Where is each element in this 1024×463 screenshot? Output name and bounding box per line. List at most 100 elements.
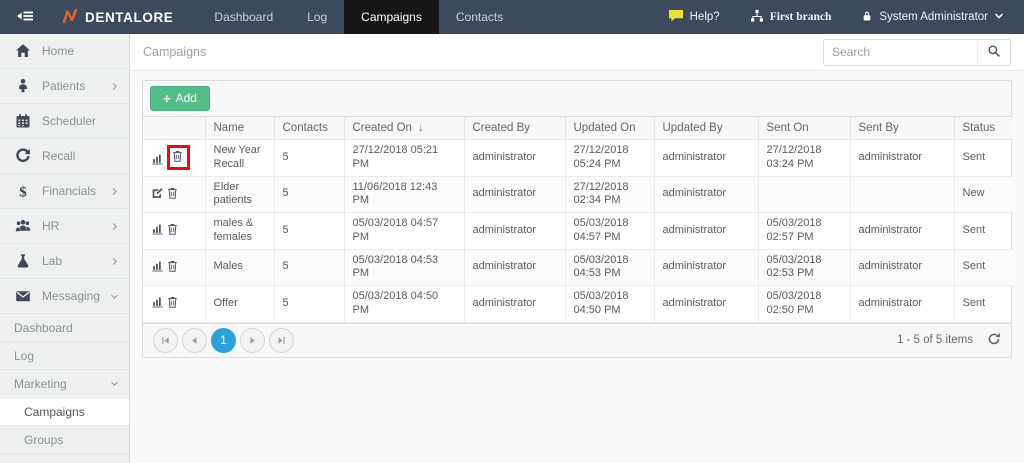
row-edit-button[interactable]: [151, 186, 164, 203]
trash-icon: [166, 222, 179, 239]
cell-updated-on: 05/03/2018 04:57 PM: [565, 213, 654, 250]
sidebar-item-financials[interactable]: $Financials: [0, 174, 129, 209]
brand-name: DENTALORE: [85, 10, 173, 25]
column-header-label: Status: [963, 122, 996, 134]
cell-updated-by: administrator: [654, 213, 758, 250]
collapse-menu-icon: [17, 9, 34, 26]
top-nav-dashboard[interactable]: Dashboard: [197, 0, 290, 34]
sidebar-item-groups[interactable]: Groups: [0, 426, 129, 454]
sidebar-item-lab[interactable]: Lab: [0, 244, 129, 279]
table-row[interactable]: Offer505/03/2018 04:50 PMadministrator05…: [143, 286, 1013, 323]
search-box: [823, 39, 1011, 66]
top-nav-contacts[interactable]: Contacts: [439, 0, 520, 34]
row-delete-button[interactable]: [166, 259, 179, 276]
sidebar-item-recall[interactable]: Recall: [0, 139, 129, 174]
add-button[interactable]: + Add: [150, 86, 210, 111]
column-header-name[interactable]: Name: [205, 117, 274, 140]
column-header-sent-by[interactable]: Sent By: [850, 117, 954, 140]
scheduler-icon: [13, 113, 33, 129]
lab-icon: [13, 253, 33, 269]
sidebar-item-label: Dashboard: [14, 321, 73, 335]
cell-status: Sent: [954, 213, 1013, 250]
stats-icon: [151, 222, 164, 239]
next-page-button[interactable]: [240, 328, 265, 353]
first-page-button[interactable]: [153, 328, 178, 353]
row-stats-button[interactable]: [151, 295, 164, 312]
previous-page-button[interactable]: [182, 328, 207, 353]
column-header-created-on[interactable]: Created On ↓: [344, 117, 464, 140]
sidebar-item-patients[interactable]: Patients: [0, 69, 129, 104]
cell-updated-on: 05/03/2018 04:53 PM: [565, 249, 654, 286]
column-header-sent-on[interactable]: Sent On: [758, 117, 850, 140]
branch-selector[interactable]: First branch: [750, 9, 832, 26]
search-input[interactable]: [824, 40, 977, 65]
sidebar-item-label: Campaigns: [24, 405, 85, 419]
table-header-row: NameContactsCreated On↓Created ByUpdated…: [143, 117, 1013, 140]
cell-contacts: 5: [274, 140, 344, 177]
add-button-label: Add: [176, 91, 197, 105]
row-delete-button[interactable]: [166, 295, 179, 312]
financials-icon: $: [13, 183, 33, 199]
row-stats-button[interactable]: [151, 222, 164, 239]
row-stats-button[interactable]: [151, 152, 164, 169]
cell-updated-on: 27/12/2018 05:24 PM: [565, 140, 654, 177]
search-button[interactable]: [977, 40, 1010, 65]
column-header-updated-by[interactable]: Updated By: [654, 117, 758, 140]
help-button[interactable]: Help?: [668, 9, 720, 25]
grid-pager: 1 1 - 5 of 5 items: [143, 323, 1011, 357]
row-actions-cell: [143, 213, 205, 250]
last-page-button[interactable]: [269, 328, 294, 353]
sidebar-item-scheduler[interactable]: Scheduler: [0, 104, 129, 139]
column-header-created-by[interactable]: Created By: [464, 117, 565, 140]
arrow-right-icon: [248, 333, 257, 348]
row-stats-button[interactable]: [151, 259, 164, 276]
sidebar-collapse-button[interactable]: [0, 0, 50, 34]
table-row[interactable]: males & females505/03/2018 04:57 PMadmin…: [143, 213, 1013, 250]
sort-desc-icon: ↓: [418, 122, 424, 134]
recall-icon: [13, 148, 33, 164]
row-delete-button[interactable]: [166, 222, 179, 239]
column-header-label: Created On: [353, 122, 412, 134]
cell-created-on: 27/12/2018 05:21 PM: [344, 140, 464, 177]
cell-created-on: 05/03/2018 04:53 PM: [344, 249, 464, 286]
user-menu[interactable]: System Administrator: [861, 9, 1004, 26]
top-nav-log[interactable]: Log: [290, 0, 344, 34]
table-row[interactable]: Males505/03/2018 04:53 PMadministrator05…: [143, 249, 1013, 286]
refresh-icon: [987, 332, 1001, 349]
trash-icon: [166, 186, 179, 203]
grid-toolbar: + Add: [143, 81, 1011, 117]
plus-icon: +: [163, 92, 171, 105]
sidebar-item-messaging[interactable]: Messaging: [0, 279, 129, 314]
column-header-updated-on[interactable]: Updated On: [565, 117, 654, 140]
column-header-status[interactable]: Status: [954, 117, 1013, 140]
cell-sent-by: administrator: [850, 213, 954, 250]
sidebar-item-home[interactable]: Home: [0, 34, 129, 69]
sidebar-item-marketing[interactable]: Marketing: [0, 370, 129, 398]
table-row[interactable]: Elder patients511/06/2018 12:43 PMadmini…: [143, 176, 1013, 213]
table-row[interactable]: New Year Recall527/12/2018 05:21 PMadmin…: [143, 140, 1013, 177]
sidebar-item-log[interactable]: Log: [0, 342, 129, 370]
cell-sent-on: 05/03/2018 02:53 PM: [758, 249, 850, 286]
column-header-label: Contacts: [283, 122, 328, 134]
sidebar-item-label: Scheduler: [42, 114, 96, 128]
current-page-button[interactable]: 1: [211, 328, 236, 353]
table-body: New Year Recall527/12/2018 05:21 PMadmin…: [143, 140, 1013, 323]
cell-status: New: [954, 176, 1013, 213]
cell-updated-on: 27/12/2018 02:34 PM: [565, 176, 654, 213]
sidebar-item-label: Recall: [42, 149, 75, 163]
row-delete-button[interactable]: [166, 186, 179, 203]
sidebar-item-campaigns[interactable]: Campaigns: [0, 398, 129, 426]
refresh-button[interactable]: [987, 332, 1001, 349]
cell-updated-by: administrator: [654, 249, 758, 286]
chevron-right-icon: [110, 82, 119, 91]
stats-icon: [151, 259, 164, 276]
messaging-icon: [13, 288, 33, 304]
top-nav-campaigns[interactable]: Campaigns: [344, 0, 439, 34]
cell-contacts: 5: [274, 249, 344, 286]
column-header-contacts[interactable]: Contacts: [274, 117, 344, 140]
chevron-down-icon: [110, 379, 119, 388]
sidebar-item-dashboard[interactable]: Dashboard: [0, 314, 129, 342]
sidebar-item-hr[interactable]: HR: [0, 209, 129, 244]
sidebar-item-label: Patients: [42, 79, 85, 93]
row-delete-button[interactable]: [171, 149, 184, 166]
